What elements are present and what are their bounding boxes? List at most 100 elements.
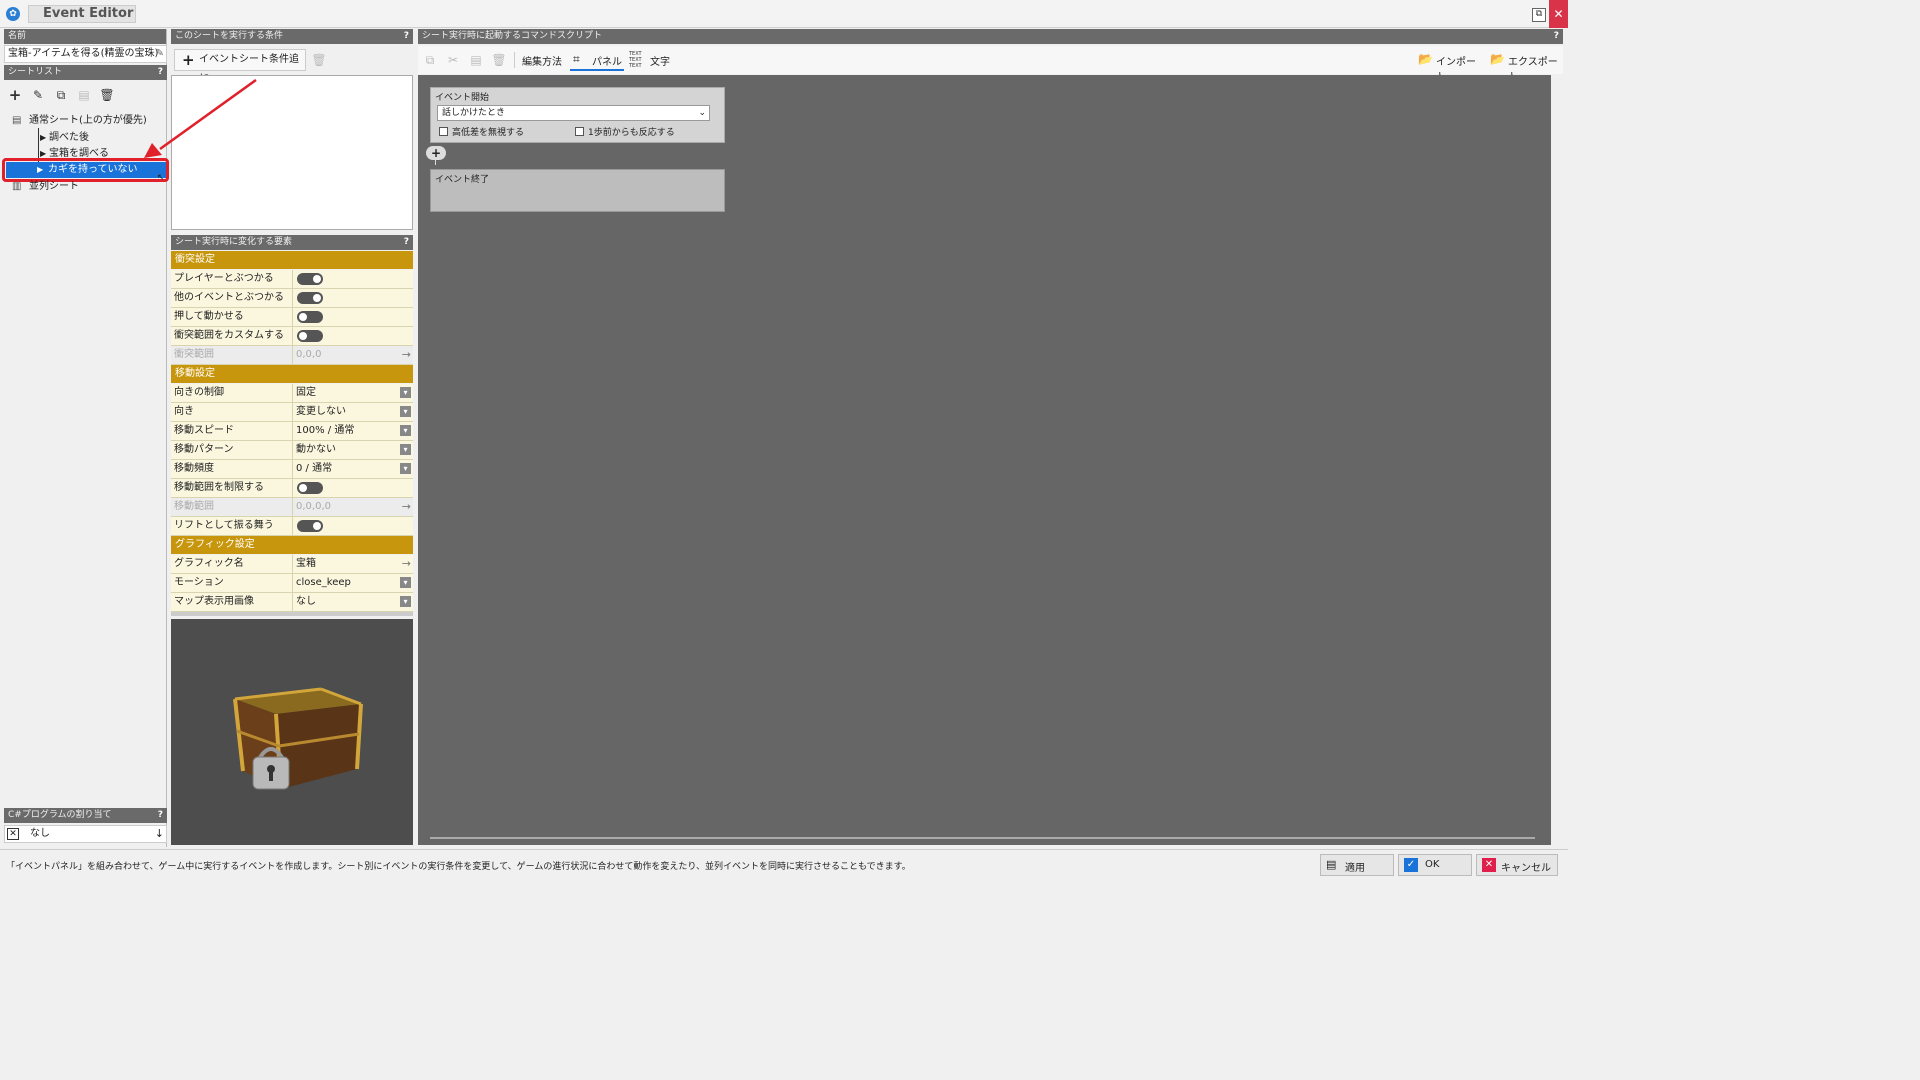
- prop-limit-range: 移動範囲を制限する: [171, 479, 413, 498]
- title-bar: ✿ Event Editor ⧉ ✕: [0, 0, 1568, 28]
- prop-custom-range: 衝突範囲をカスタムする: [171, 327, 413, 346]
- export-icon: 📂: [1490, 52, 1505, 66]
- edit-sheet-icon[interactable]: ✎: [28, 85, 48, 105]
- prop-collision-range: 衝突範囲 0,0,0 →: [171, 346, 413, 365]
- normal-sheet-icon: ▤: [12, 115, 22, 126]
- prop-pushable: 押して動かせる: [171, 308, 413, 327]
- toggle-pushable[interactable]: [297, 311, 323, 323]
- toggle-limit-range[interactable]: [297, 482, 323, 494]
- chevron-down-icon: ⌄: [698, 108, 706, 118]
- tree-root[interactable]: 通常シート(上の方が優先): [29, 114, 147, 128]
- prop-lift: リフトとして振る舞う: [171, 517, 413, 536]
- sheet-toolbar: + ✎ ⧉ ▤ 🗑: [4, 83, 167, 107]
- prop-move-range: 移動範囲 0,0,0,0 →: [171, 498, 413, 517]
- cut-icon[interactable]: ✂: [443, 50, 463, 70]
- arrow-right-icon[interactable]: →: [402, 346, 411, 364]
- export-button[interactable]: 📂 エクスポート: [1488, 49, 1563, 83]
- cancel-button[interactable]: ✕ キャンセル: [1476, 854, 1558, 876]
- prop-direction: 向き 変更しない ▾: [171, 403, 413, 422]
- delete-condition-icon[interactable]: 🗑: [309, 50, 329, 70]
- restore-icon[interactable]: ⧉: [1532, 8, 1546, 22]
- status-text: 「イベントパネル」を組み合わせて、ゲーム中に実行するイベントを作成します。シート…: [6, 862, 911, 872]
- import-icon: 📂: [1418, 52, 1433, 66]
- sheet-name-field[interactable]: 宝箱-アイテムを得る(精霊の宝珠) ✎: [4, 45, 167, 63]
- event-end-panel: イベント終了: [430, 169, 725, 212]
- dropdown-icon[interactable]: ▾: [400, 596, 411, 607]
- window-title: Event Editor: [28, 5, 136, 23]
- script-toolbar: ⧉ ✂ ▤ 🗑 編集方法 ⌗ パネル TEXT TEXT TEXT 文字 📂 インポ…: [418, 46, 1563, 83]
- dropdown-icon[interactable]: ▾: [400, 387, 411, 398]
- prop-motion: モーション close_keep ▾: [171, 574, 413, 593]
- toggle-custom-range[interactable]: [297, 330, 323, 342]
- delete-icon[interactable]: 🗑: [489, 50, 509, 70]
- csharp-header: C#プログラムの割り当て?: [4, 808, 167, 823]
- help-icon[interactable]: ?: [404, 235, 409, 250]
- dropdown-icon[interactable]: ▾: [400, 463, 411, 474]
- ignore-height-checkbox[interactable]: [439, 127, 448, 136]
- ok-button[interactable]: ✓ OK: [1398, 854, 1472, 876]
- delete-sheet-icon[interactable]: 🗑: [97, 85, 117, 105]
- clear-icon[interactable]: ✕: [7, 828, 19, 840]
- dropdown-icon[interactable]: ▾: [400, 425, 411, 436]
- conditions-header: このシートを実行する条件?: [171, 29, 413, 44]
- copy-icon[interactable]: ⧉: [420, 50, 440, 70]
- left-column: 名前 宝箱-アイテムを得る(精霊の宝珠) ✎ シートリスト? + ✎ ⧉ ▤ 🗑…: [2, 29, 169, 847]
- trigger-select[interactable]: 話しかけたとき ⌄: [437, 105, 710, 121]
- section-movement: 移動設定: [171, 365, 413, 383]
- help-icon[interactable]: ?: [158, 65, 163, 80]
- parallel-sheet-icon: ▥: [12, 181, 22, 192]
- edit-pencil-icon[interactable]: ✎: [156, 46, 164, 62]
- add-sheet-icon[interactable]: +: [5, 85, 25, 105]
- panel-icon: ⌗: [573, 52, 580, 66]
- dropdown-icon[interactable]: ▾: [400, 577, 411, 588]
- apply-button[interactable]: ▤ 適用: [1320, 854, 1394, 876]
- script-header: シート実行時に起動するコマンドスクリプト?: [418, 29, 1563, 44]
- toggle-event-collide[interactable]: [297, 292, 323, 304]
- prop-dir-control: 向きの制御 固定 ▾: [171, 384, 413, 403]
- arrow-right-icon[interactable]: →: [402, 555, 411, 573]
- csharp-select[interactable]: ✕ なし ↓: [4, 825, 167, 843]
- paste-sheet-icon[interactable]: ▤: [74, 85, 94, 105]
- prop-graphic-name: グラフィック名 宝箱 →: [171, 555, 413, 574]
- tree-branch-icon: ▶: [37, 165, 44, 174]
- text-mode-tab[interactable]: TEXT TEXT TEXT 文字: [628, 49, 674, 71]
- properties-header: シート実行時に変化する要素?: [171, 235, 413, 250]
- app-icon: ✿: [6, 7, 20, 21]
- tree-item-selected[interactable]: ▶ カギを持っていない: [6, 162, 166, 178]
- tree-item-0[interactable]: 調べた後: [49, 131, 89, 145]
- dropdown-arrow-icon[interactable]: ↓: [155, 826, 164, 842]
- event-start-panel[interactable]: イベント開始 話しかけたとき ⌄ 高低差を無視する 1歩前からも反応する: [430, 87, 725, 143]
- status-bar: 「イベントパネル」を組み合わせて、ゲーム中に実行するイベントを作成します。シート…: [0, 849, 1568, 882]
- prop-pattern: 移動パターン 動かない ▾: [171, 441, 413, 460]
- tree-branch-icon: ▶: [40, 133, 47, 142]
- add-command-icon[interactable]: +: [426, 146, 446, 160]
- cursor-icon: ↖: [157, 173, 165, 183]
- script-canvas[interactable]: イベント開始 話しかけたとき ⌄ 高低差を無視する 1歩前からも反応する + イ…: [418, 75, 1551, 845]
- h-scrollbar[interactable]: [430, 837, 1535, 839]
- toggle-player-collide[interactable]: [297, 273, 323, 285]
- import-button[interactable]: 📂 インポート: [1416, 49, 1482, 83]
- paste-icon[interactable]: ▤: [466, 50, 486, 70]
- help-icon[interactable]: ?: [404, 29, 409, 44]
- prop-player-collide: プレイヤーとぶつかる: [171, 270, 413, 289]
- section-graphic: グラフィック設定: [171, 536, 413, 554]
- treasure-chest-image: [233, 687, 363, 790]
- section-collision: 衝突設定: [171, 251, 413, 269]
- toggle-lift[interactable]: [297, 520, 323, 532]
- v-scrollbar[interactable]: [1552, 75, 1563, 845]
- tree-parallel[interactable]: 並列シート: [29, 180, 79, 194]
- prop-map-image: マップ表示用画像 なし ▾: [171, 593, 413, 612]
- close-icon[interactable]: ✕: [1549, 0, 1568, 28]
- help-icon[interactable]: ?: [158, 808, 163, 823]
- add-condition-button[interactable]: + イベントシート条件追加: [174, 49, 306, 85]
- panel-mode-tab[interactable]: ⌗ パネル: [570, 49, 624, 71]
- one-step-checkbox[interactable]: [575, 127, 584, 136]
- copy-sheet-icon[interactable]: ⧉: [51, 85, 71, 105]
- arrow-right-icon[interactable]: →: [402, 498, 411, 516]
- help-icon[interactable]: ?: [1554, 29, 1559, 44]
- conditions-list[interactable]: [171, 75, 413, 230]
- prop-event-collide: 他のイベントとぶつかる: [171, 289, 413, 308]
- prop-speed: 移動スピード 100% / 通常 ▾: [171, 422, 413, 441]
- dropdown-icon[interactable]: ▾: [400, 406, 411, 417]
- dropdown-icon[interactable]: ▾: [400, 444, 411, 455]
